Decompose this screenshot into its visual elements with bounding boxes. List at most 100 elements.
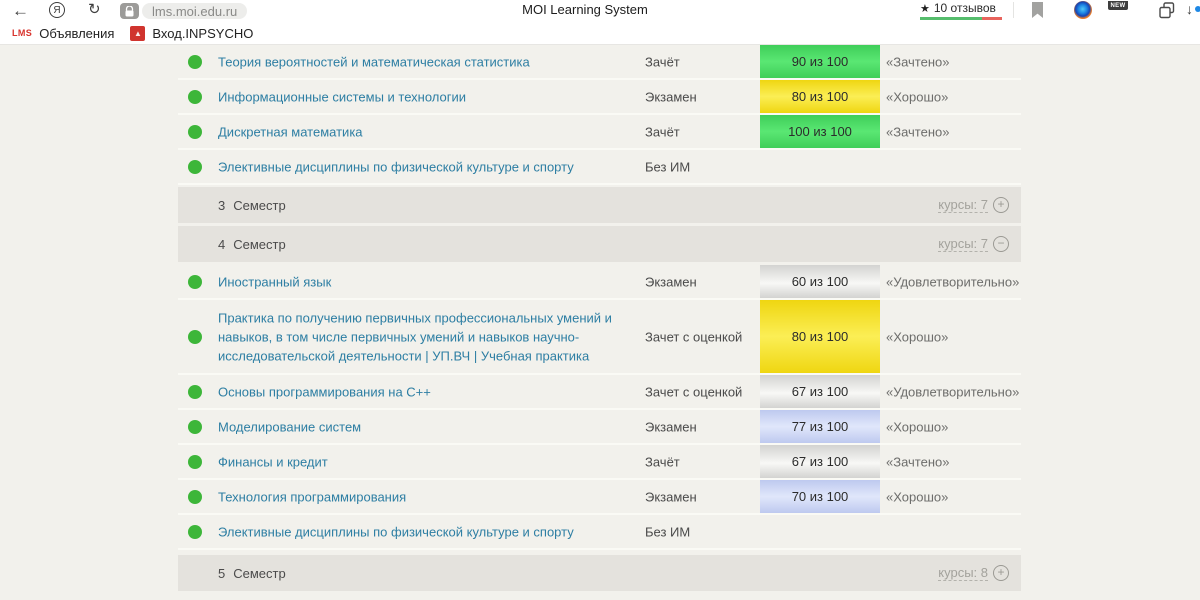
grade-label: «Хорошо» — [886, 89, 948, 104]
course-row: Моделирование систем Экзамен 77 из 100 «… — [178, 410, 1021, 445]
score-badge: 77 из 100 — [760, 410, 880, 443]
status-dot-icon — [188, 330, 202, 344]
rating-negative-segment — [982, 17, 1003, 20]
semester-number: 4 — [218, 237, 225, 252]
status-dot-icon — [188, 420, 202, 434]
score-badge: 80 из 100 — [760, 80, 880, 113]
collections-icon[interactable] — [1157, 1, 1177, 26]
bookmark-inpsycho[interactable]: ▲ Вход.INPSYCHO — [126, 26, 257, 41]
reviews-rating-bar — [920, 17, 1002, 20]
course-row: Дискретная математика Зачёт 100 из 100 «… — [178, 115, 1021, 150]
download-icon[interactable]: ↓ — [1186, 1, 1200, 21]
semester-number: 5 — [218, 566, 225, 581]
course-link[interactable]: Иностранный язык — [218, 272, 623, 291]
course-row: Иностранный язык Экзамен 60 из 100 «Удов… — [178, 265, 1021, 300]
back-icon[interactable]: ← — [12, 2, 29, 19]
grade-label: «Удовлетворительно» — [886, 274, 1019, 289]
courses-count-link[interactable]: курсы: 7 — [938, 236, 988, 252]
page-content: Теория вероятностей и математическая ста… — [0, 45, 1200, 591]
exam-type-label: Зачет с оценкой — [645, 384, 742, 399]
score-badge: 67 из 100 — [760, 375, 880, 408]
exam-type-label: Зачет с оценкой — [645, 329, 742, 344]
course-link[interactable]: Элективные дисциплины по физической куль… — [218, 522, 623, 541]
course-row: Финансы и кредит Зачёт 67 из 100 «Зачтен… — [178, 445, 1021, 480]
address-bar[interactable]: lms.moi.edu.ru — [142, 3, 247, 19]
status-dot-icon — [188, 525, 202, 539]
download-arrow: ↓ — [1186, 1, 1193, 17]
course-row: Элективные дисциплины по физической куль… — [178, 150, 1021, 185]
semester-label: Семестр — [233, 566, 285, 581]
status-dot-icon — [188, 490, 202, 504]
course-link[interactable]: Технология программирования — [218, 487, 623, 506]
course-link[interactable]: Финансы и кредит — [218, 452, 623, 471]
score-badge: 67 из 100 — [760, 445, 880, 478]
rating-positive-segment — [920, 17, 982, 20]
exam-type-label: Экзамен — [645, 419, 697, 434]
exam-type-label: Зачёт — [645, 54, 680, 69]
status-dot-icon — [188, 90, 202, 104]
score-badge: 100 из 100 — [760, 115, 880, 148]
score-badge: 90 из 100 — [760, 45, 880, 78]
bookmark-announcements[interactable]: LMS Объявления — [8, 26, 118, 41]
extension-circle-icon[interactable] — [1074, 1, 1092, 19]
expand-toggle-icon[interactable]: + — [993, 197, 1009, 213]
exam-type-label: Без ИМ — [645, 159, 690, 174]
inpsycho-logo-icon: ▲ — [130, 26, 145, 41]
grade-label: «Хорошо» — [886, 419, 948, 434]
yandex-icon[interactable]: Я — [49, 2, 65, 18]
extension-new-icon[interactable]: NEW — [1108, 1, 1128, 20]
course-link[interactable]: Практика по получению первичных професси… — [218, 308, 623, 365]
status-dot-icon — [188, 55, 202, 69]
course-link[interactable]: Моделирование систем — [218, 417, 623, 436]
course-link[interactable]: Информационные системы и технологии — [218, 87, 623, 106]
semester-row[interactable]: 4 Семестр курсы: 7 − — [178, 226, 1021, 262]
exam-type-label: Зачёт — [645, 124, 680, 139]
grades-table: Теория вероятностей и математическая ста… — [178, 45, 1021, 591]
semester-number: 3 — [218, 198, 225, 213]
semester-row[interactable]: 5 Семестр курсы: 8 + — [178, 555, 1021, 591]
course-row: Теория вероятностей и математическая ста… — [178, 45, 1021, 80]
lms-logo-icon: LMS — [12, 28, 32, 38]
browser-chrome: ← Я ↻ lms.moi.edu.ru MOI Learning System… — [0, 0, 1200, 45]
exam-type-label: Экзамен — [645, 274, 697, 289]
status-dot-icon — [188, 275, 202, 289]
reviews-label: 10 отзывов — [934, 1, 996, 15]
grade-label: «Хорошо» — [886, 489, 948, 504]
reviews-widget[interactable]: ★ 10 отзывов — [920, 1, 1002, 20]
browser-toolbar: ← Я ↻ lms.moi.edu.ru MOI Learning System… — [0, 0, 1200, 22]
grade-label: «Хорошо» — [886, 329, 948, 344]
status-dot-icon — [188, 385, 202, 399]
course-row: Практика по получению первичных професси… — [178, 300, 1021, 375]
courses-count-link[interactable]: курсы: 7 — [938, 197, 988, 213]
score-badge: 80 из 100 — [760, 300, 880, 373]
course-row: Информационные системы и технологии Экза… — [178, 80, 1021, 115]
toolbar-divider — [1013, 2, 1014, 18]
status-dot-icon — [188, 455, 202, 469]
lock-icon[interactable] — [120, 3, 139, 19]
course-link[interactable]: Элективные дисциплины по физической куль… — [218, 157, 623, 176]
course-link[interactable]: Дискретная математика — [218, 122, 623, 141]
course-row: Технология программирования Экзамен 70 и… — [178, 480, 1021, 515]
course-link[interactable]: Основы программирования на C++ — [218, 382, 623, 401]
semester-label: Семестр — [233, 198, 285, 213]
refresh-icon[interactable]: ↻ — [88, 2, 101, 17]
courses-count-link[interactable]: курсы: 8 — [938, 565, 988, 581]
course-link[interactable]: Теория вероятностей и математическая ста… — [218, 52, 623, 71]
new-badge: NEW — [1108, 1, 1128, 10]
expand-toggle-icon[interactable]: − — [993, 236, 1009, 252]
grade-label: «Зачтено» — [886, 54, 949, 69]
status-dot-icon — [188, 125, 202, 139]
course-row: Основы программирования на C++ Зачет с о… — [178, 375, 1021, 410]
course-row: Элективные дисциплины по физической куль… — [178, 515, 1021, 550]
expand-toggle-icon[interactable]: + — [993, 565, 1009, 581]
bookmark-label: Вход.INPSYCHO — [152, 26, 253, 41]
star-icon: ★ — [920, 2, 930, 15]
download-notification-dot — [1195, 6, 1200, 12]
semester-row[interactable]: 3 Семестр курсы: 7 + — [178, 187, 1021, 223]
bookmark-icon[interactable] — [1031, 2, 1044, 24]
bookmarks-bar: LMS Объявления ▲ Вход.INPSYCHO — [0, 22, 1200, 45]
grade-label: «Зачтено» — [886, 454, 949, 469]
grade-label: «Зачтено» — [886, 124, 949, 139]
semester-label: Семестр — [233, 237, 285, 252]
grade-label: «Удовлетворительно» — [886, 384, 1019, 399]
